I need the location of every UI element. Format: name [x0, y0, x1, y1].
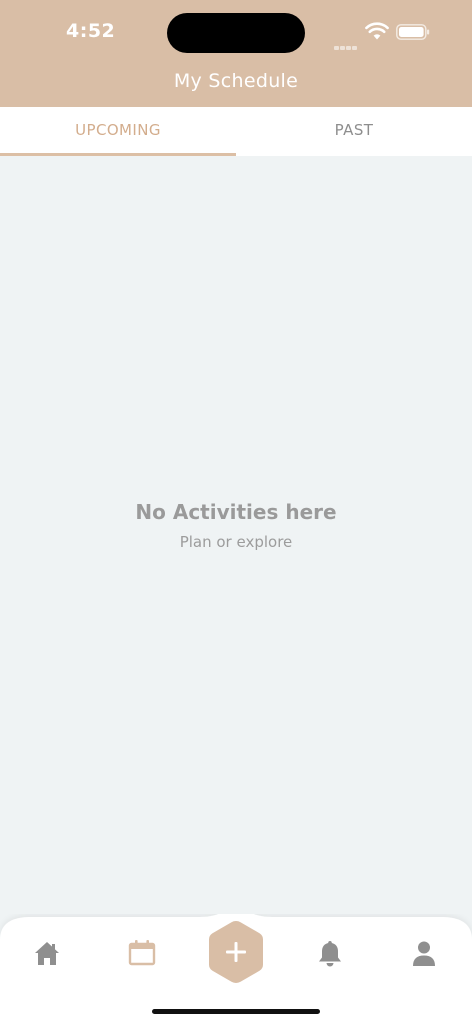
- tab-past[interactable]: PAST: [236, 107, 472, 154]
- dynamic-island: [167, 13, 305, 53]
- bell-icon[interactable]: [315, 938, 345, 968]
- calendar-icon[interactable]: [127, 938, 157, 968]
- profile-icon[interactable]: [409, 938, 439, 968]
- status-time: 4:52: [66, 20, 116, 42]
- battery-icon: [396, 24, 430, 40]
- tab-indicator: [0, 153, 236, 156]
- home-icon[interactable]: [32, 938, 62, 968]
- add-icon[interactable]: [207, 919, 265, 985]
- page-title: My Schedule: [173, 70, 299, 92]
- home-indicator: [152, 1009, 320, 1014]
- cellular-signal-icon: [334, 35, 360, 50]
- header-bar: 4:52 My Schedule: [0, 0, 472, 107]
- wifi-icon: [365, 22, 389, 40]
- bottom-navigation: [0, 914, 472, 1024]
- tab-bar-top: UPCOMING PAST: [0, 107, 472, 156]
- tab-upcoming[interactable]: UPCOMING: [0, 107, 236, 154]
- empty-state-title: No Activities here: [135, 500, 337, 524]
- empty-state-subtitle: Plan or explore: [179, 533, 293, 551]
